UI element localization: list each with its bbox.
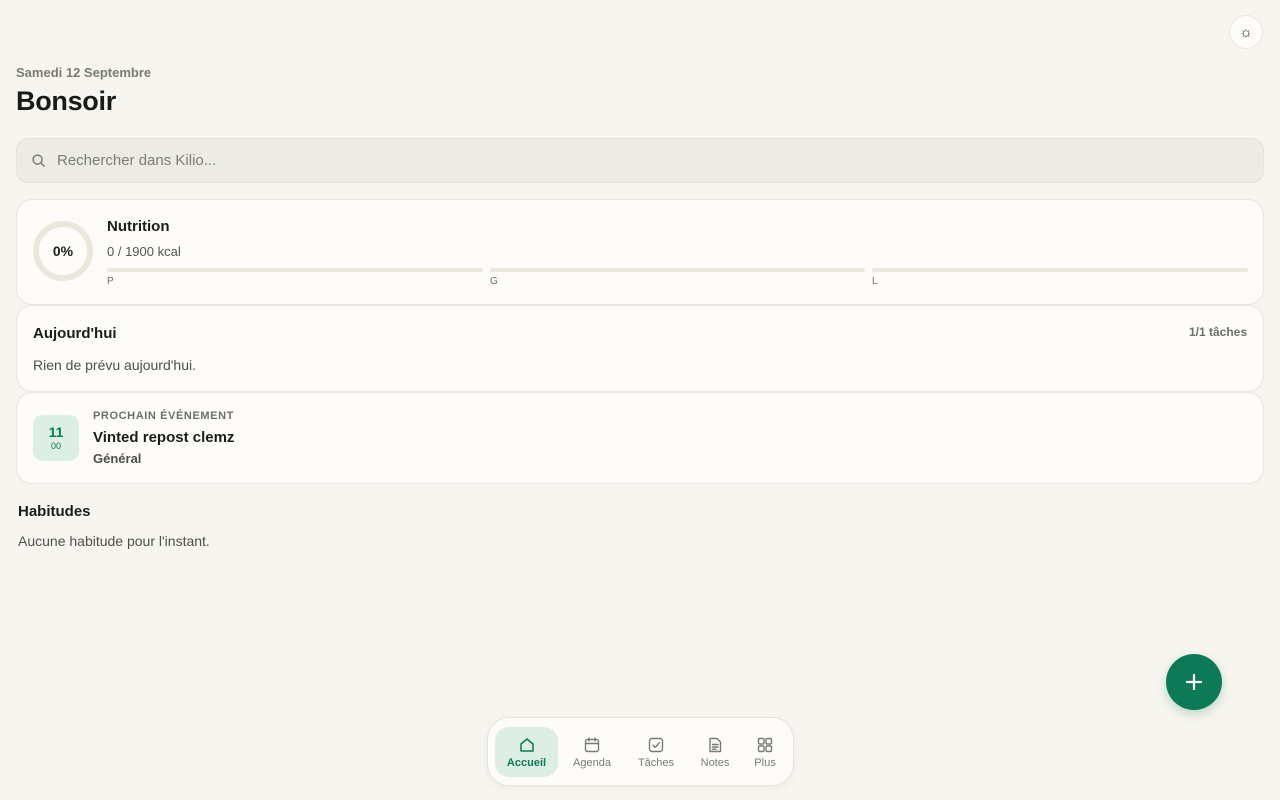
sun-icon: ☼ — [1239, 23, 1253, 41]
nutrition-card[interactable]: 0% Nutrition 0 / 1900 kcal P G L — [16, 199, 1264, 305]
search-input[interactable] — [57, 152, 1157, 169]
next-event-card[interactable]: 11 00 PROCHAIN ÉVÉNEMENT Vinted repost c… — [16, 392, 1264, 484]
today-empty-message: Rien de prévu aujourd'hui. — [33, 357, 197, 373]
search-icon — [32, 154, 45, 167]
macro-carbs: G — [490, 268, 865, 288]
habits-title: Habitudes — [18, 503, 91, 520]
macro-protein: P — [107, 268, 483, 288]
today-card[interactable]: Aujourd'hui 1/1 tâches Rien de prévu auj… — [16, 305, 1264, 392]
macro-bar — [107, 268, 483, 272]
nutrition-kcal: 0 / 1900 kcal — [107, 244, 181, 259]
nav-item-agenda[interactable]: Agenda — [564, 727, 620, 777]
task-count: 1/1 tâches — [1188, 325, 1247, 339]
macro-bar — [490, 268, 865, 272]
event-name: Vinted repost clemz — [93, 429, 235, 446]
nutrition-progress-ring: 0% — [33, 221, 93, 281]
calendar-icon — [584, 736, 600, 752]
plus-icon — [1185, 673, 1203, 691]
home-icon — [519, 737, 534, 752]
today-title: Aujourd'hui — [33, 325, 117, 342]
macro-label: L — [872, 276, 878, 287]
event-hour: 11 — [48, 424, 64, 440]
habits-empty-message: Aucune habitude pour l'instant. — [18, 533, 210, 549]
nav-label: Tâches — [637, 756, 675, 769]
nav-item-taches[interactable]: Tâches — [628, 727, 684, 777]
event-calendar: Général — [93, 451, 142, 466]
note-icon — [709, 737, 722, 752]
macro-fat: L — [872, 268, 1248, 288]
bottom-nav: Accueil Agenda Tâches Notes Plus — [487, 717, 794, 786]
macro-label: G — [490, 276, 498, 287]
nav-label: Agenda — [573, 756, 611, 769]
theme-toggle-button[interactable]: ☼ — [1229, 15, 1263, 49]
add-button[interactable] — [1166, 654, 1222, 710]
event-time-badge: 11 00 — [33, 415, 79, 461]
home-screen: ☼ Samedi 12 Septembre Bonsoir 0% Nutriti… — [0, 0, 1280, 800]
event-kicker: PROCHAIN ÉVÉNEMENT — [93, 410, 234, 422]
grid-icon — [757, 737, 773, 752]
nav-label: Notes — [700, 756, 730, 769]
checkbox-icon — [648, 737, 664, 752]
event-minute: 00 — [50, 441, 61, 451]
current-date: Samedi 12 Septembre — [16, 65, 152, 80]
page-title: Bonsoir — [16, 86, 116, 116]
nav-label: Plus — [754, 756, 776, 769]
nav-item-notes[interactable]: Notes — [689, 727, 741, 777]
nav-item-plus[interactable]: Plus — [742, 727, 788, 777]
nav-item-accueil[interactable]: Accueil — [495, 727, 558, 777]
macro-label: P — [107, 276, 114, 287]
search-bar[interactable] — [16, 138, 1264, 183]
nav-label: Accueil — [506, 756, 547, 769]
nutrition-title: Nutrition — [107, 218, 170, 235]
macro-bar — [872, 268, 1248, 272]
